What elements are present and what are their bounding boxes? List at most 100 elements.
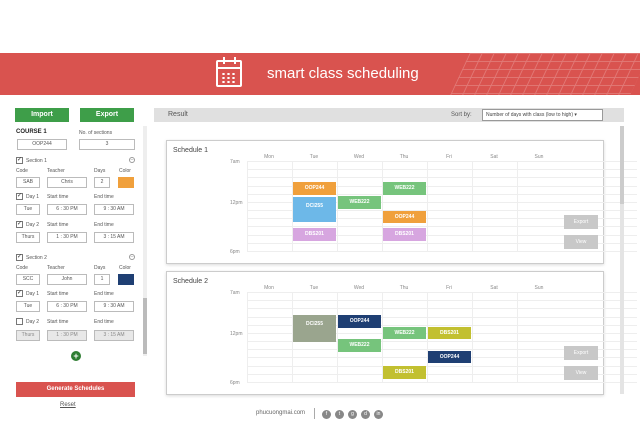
section-1-day-2-start-input[interactable]: 1 : 30 PM [47,232,87,243]
days-label: Days [94,168,106,174]
class-block[interactable]: WEB222 [383,182,426,195]
section-2-day-2-checkbox[interactable] [16,318,23,325]
section-2-day-1-end-input[interactable]: 9 : 30 AM [94,301,134,312]
section-1-day-1-start-input[interactable]: 6 : 30 PM [47,204,87,215]
time-label: 12pm [230,199,243,206]
generate-schedules-button[interactable]: Generate Schedules [16,382,135,397]
class-block[interactable]: DBS201 [383,228,426,242]
grid-column-line [517,161,518,251]
section-1-day-2-select[interactable]: Thurs [16,232,40,243]
chevron-down-icon: ▾ [574,112,577,118]
footer-divider [314,408,315,419]
grid-column-line [517,292,518,382]
end-time-label: End time [94,194,114,200]
dribbble-icon[interactable]: d [361,410,370,419]
result-scrollbar[interactable] [620,126,624,204]
schedule-title: Schedule 2 [173,278,209,285]
schedule-title: Schedule 1 [173,147,209,154]
twitter-icon[interactable]: t [335,410,344,419]
time-label: 6pm [230,380,240,386]
reset-link[interactable]: Reset [60,402,76,408]
section-2-code-input[interactable]: SCC [16,274,40,285]
section-1-day-1-end-input[interactable]: 9 : 30 AM [94,204,134,215]
class-block[interactable]: DBS201 [383,365,426,379]
section-1-color-swatch[interactable] [118,177,134,188]
grid-column-line [472,292,473,382]
section-1-teacher-input[interactable]: Chris [47,177,87,188]
day-header: Mon [264,285,274,291]
section-2-day-1-select[interactable]: Tue [16,301,40,312]
class-block[interactable]: DBS201 [293,228,336,242]
section-1-checkbox[interactable]: ✓ [16,157,23,164]
section-1-day-2-end-input[interactable]: 3 : 15 AM [94,232,134,243]
end-time-label: End time [94,222,114,228]
section-1-day-2-checkbox[interactable]: ✓ [16,221,23,228]
class-block[interactable]: OOP244 [293,182,336,195]
day-header: Wed [353,154,365,160]
class-block[interactable]: WEB222 [383,327,426,340]
section-2-color-swatch[interactable] [118,274,134,285]
end-time-label: End time [94,319,114,325]
github-icon[interactable]: g [348,410,357,419]
start-time-label: Start time [47,319,69,325]
day-header: Sun [534,154,544,160]
class-block[interactable]: DCI255 [293,197,336,222]
section-2-checkbox[interactable]: ✓ [16,254,23,261]
banner-pattern [450,53,640,95]
class-block[interactable]: OOP244 [428,350,471,364]
remove-section-2-icon[interactable]: – [129,254,135,260]
add-section-icon[interactable]: + [71,351,81,361]
code-label: Code [16,168,28,174]
time-label: 6pm [230,249,240,255]
course-label: COURSE 1 [16,129,47,135]
view-schedule-button[interactable]: View [564,235,598,249]
section-1-day-1-checkbox[interactable]: ✓ [16,193,23,200]
export-schedule-button[interactable]: Export [564,215,598,229]
export-button[interactable]: Export [80,108,134,122]
time-label: 7am [230,290,240,296]
import-button[interactable]: Import [15,108,69,122]
linkedin-icon[interactable]: in [374,410,383,419]
day-header: Thu [399,285,409,291]
day-header: Wed [353,285,365,291]
section-1-day-1-select[interactable]: Tue [16,204,40,215]
section-2-day-2-end-input[interactable]: 3 : 15 AM [94,330,134,341]
section-2-day-1-start-input[interactable]: 6 : 30 PM [47,301,87,312]
sections-count-input[interactable]: 3 [79,139,135,150]
footer-site[interactable]: phucuongmai.com [256,410,305,416]
class-block[interactable]: OOP244 [338,314,381,328]
section-2-day-2-start-input[interactable]: 1 : 30 PM [47,330,87,341]
start-time-label: Start time [47,222,69,228]
remove-section-1-icon[interactable]: – [129,157,135,163]
section-1-code-input[interactable]: SAB [16,177,40,188]
sidebar-scrollbar[interactable] [143,126,147,356]
section-1-day-2-label: Day 2 [26,222,40,228]
section-2-day-2-select[interactable]: Thurs [16,330,40,341]
view-schedule-button[interactable]: View [564,366,598,380]
sort-select-value: Number of days with class (low to high) [486,112,573,118]
course-code-input[interactable]: OOP244 [17,139,67,150]
export-schedule-button[interactable]: Export [564,346,598,360]
day-header: Sun [534,285,544,291]
teacher-label: Teacher [47,265,65,271]
day-header: Sat [490,154,498,160]
section-2-day-1-checkbox[interactable]: ✓ [16,290,23,297]
section-1-days-input[interactable]: 2 [94,177,110,188]
header-banner: smart class scheduling [0,53,640,95]
result-header: Result Sort by: Number of days with clas… [154,108,624,122]
sort-select[interactable]: Number of days with class (low to high) … [482,109,603,121]
code-label: Code [16,265,28,271]
section-2-teacher-input[interactable]: John [47,274,87,285]
grid-column-line [472,161,473,251]
class-block[interactable]: WEB222 [338,196,381,210]
section-2-days-input[interactable]: 1 [94,274,110,285]
section-2-day-1-label: Day 1 [26,291,40,297]
grid-row-line [247,382,637,383]
day-header: Fri [446,285,452,291]
class-block[interactable]: WEB222 [338,339,381,352]
class-block[interactable]: DBS201 [428,327,471,340]
grid-row-line [247,177,637,179]
class-block[interactable]: DCI255 [293,314,336,342]
facebook-icon[interactable]: f [322,410,331,419]
class-block[interactable]: OOP244 [383,210,426,224]
